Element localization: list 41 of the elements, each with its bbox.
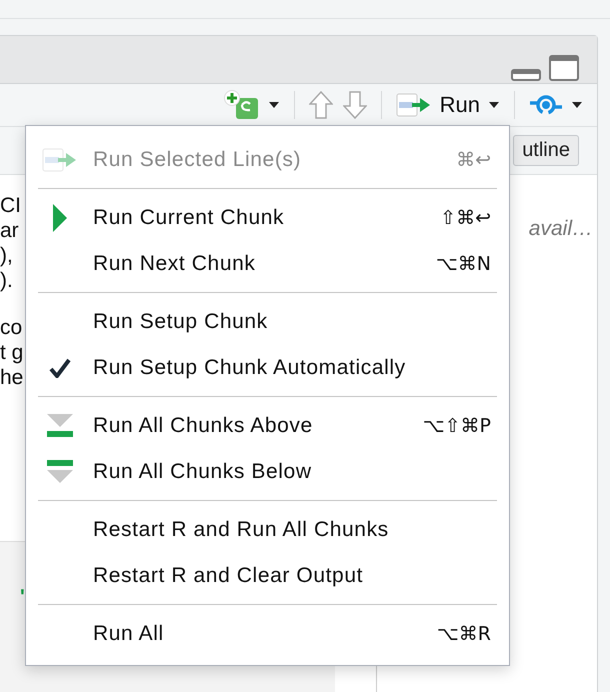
code-text: ' [20,586,25,608]
maximize-icon[interactable] [549,55,579,81]
caret-icon [488,101,500,109]
play-icon [52,203,68,233]
menu-item[interactable]: Run All Chunks Above ⌥⇧⌘P [26,403,509,449]
outline-message: avail… [528,217,593,241]
menu-item[interactable]: Run All ⌥⌘R [26,611,509,657]
menu-item[interactable]: Run All Chunks Below [26,449,509,495]
insert-chunk-button[interactable] [224,90,280,120]
insert-chunk-icon [224,90,260,120]
shortcut-text: ⌘↩ [456,149,491,171]
editor-text: ), [0,243,13,268]
minimize-icon[interactable] [511,69,541,81]
editor-text: ). [0,268,13,293]
down-arrow-icon[interactable] [342,91,367,119]
publish-icon [529,93,563,117]
run-lines-icon [396,93,432,117]
editor-text: t g [0,340,24,365]
shortcut-text: ⇧⌘↩ [440,207,491,229]
shortcut-text: ⌥⌘R [436,623,491,645]
menu-item[interactable]: Run Setup Chunk Automatically [26,345,509,391]
run-above-icon [46,413,74,439]
run-button[interactable]: Run [396,92,500,118]
editor-text: co [0,315,22,340]
shortcut-text: ⌥⇧⌘P [422,415,491,437]
shortcut-text: ⌥⌘N [436,253,491,275]
caret-icon [571,101,583,109]
run-lines-icon [42,148,78,172]
menu-item[interactable]: Run Setup Chunk [26,299,509,345]
menu-item[interactable]: Run Next Chunk ⌥⌘N [26,241,509,287]
outline-button[interactable]: utline [513,135,579,166]
publish-button[interactable] [529,93,583,117]
caret-icon [268,101,280,109]
editor-text: CI [0,193,21,218]
menu-item[interactable]: Run Current Chunk ⇧⌘↩ [26,195,509,241]
editor-text: he [0,365,24,390]
menu-item[interactable]: Restart R and Clear Output [26,553,509,599]
editor-text: ar [0,218,19,243]
menu-item[interactable]: Restart R and Run All Chunks [26,507,509,553]
up-arrow-icon[interactable] [308,91,333,119]
run-below-icon [46,459,74,485]
